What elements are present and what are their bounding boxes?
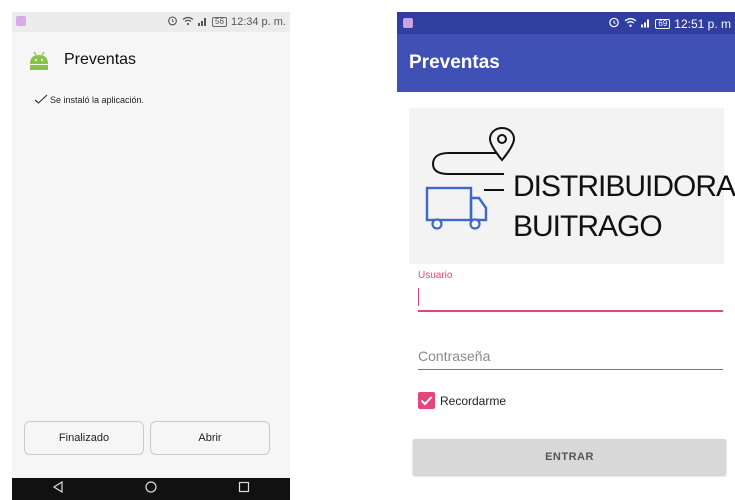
status-bar: 69 12:51 p. m xyxy=(397,12,735,34)
installer-header: Preventas xyxy=(28,50,136,70)
remember-checkbox[interactable] xyxy=(418,392,435,409)
alarm-icon xyxy=(167,15,178,29)
status-time: 12:34 p. m. xyxy=(230,16,286,28)
check-icon xyxy=(420,396,433,406)
login-button[interactable]: ENTRAR xyxy=(413,439,726,475)
notification-app-icon xyxy=(16,16,26,26)
app-title: Preventas xyxy=(409,52,500,73)
open-button[interactable]: Abrir xyxy=(150,421,270,455)
notification-app-icon xyxy=(403,18,413,28)
logo-text-line2: BUITRAGO xyxy=(513,210,663,243)
install-message: Se instaló la aplicación. xyxy=(50,95,145,105)
recents-icon[interactable] xyxy=(238,480,250,498)
remember-label[interactable]: Recordarme xyxy=(440,394,506,408)
signal-icon xyxy=(198,16,208,29)
password-underline xyxy=(418,369,723,370)
username-label: Usuario xyxy=(418,270,453,281)
battery-icon: 69 xyxy=(655,18,671,29)
status-time: 12:51 p. m xyxy=(674,16,731,31)
company-logo: DISTRIBUIDORA BUITRAGO xyxy=(409,108,735,264)
app-name: Preventas xyxy=(64,51,137,68)
back-icon[interactable] xyxy=(52,480,64,498)
status-bar: 56 12:34 p. m. xyxy=(12,12,290,32)
logo-text-line1: DISTRIBUIDORA xyxy=(513,170,735,203)
install-status: Se instaló la aplicación. xyxy=(34,94,144,106)
android-icon xyxy=(28,50,50,70)
wifi-icon xyxy=(624,17,637,31)
signal-icon xyxy=(641,17,651,31)
alarm-icon xyxy=(608,16,620,31)
home-icon[interactable] xyxy=(145,480,157,498)
status-icons: 56 12:34 p. m. xyxy=(167,15,286,29)
installer-screen: 56 12:34 p. m. Preventas Se instaló la a… xyxy=(12,12,290,500)
wifi-icon xyxy=(182,16,194,29)
username-underline xyxy=(418,310,723,312)
navigation-bar xyxy=(12,478,290,500)
username-field[interactable] xyxy=(418,288,419,306)
checkmark-icon xyxy=(34,94,48,106)
done-button[interactable]: Finalizado xyxy=(24,421,144,455)
login-screen: 69 12:51 p. m Preventas DISTRIBUIDORA BU… xyxy=(397,12,735,500)
app-bar: Preventas xyxy=(397,34,735,92)
status-icons: 69 12:51 p. m xyxy=(608,16,731,31)
battery-icon: 56 xyxy=(212,17,227,27)
password-field[interactable]: Contraseña xyxy=(418,348,490,364)
action-buttons: Finalizado Abrir xyxy=(24,421,270,455)
